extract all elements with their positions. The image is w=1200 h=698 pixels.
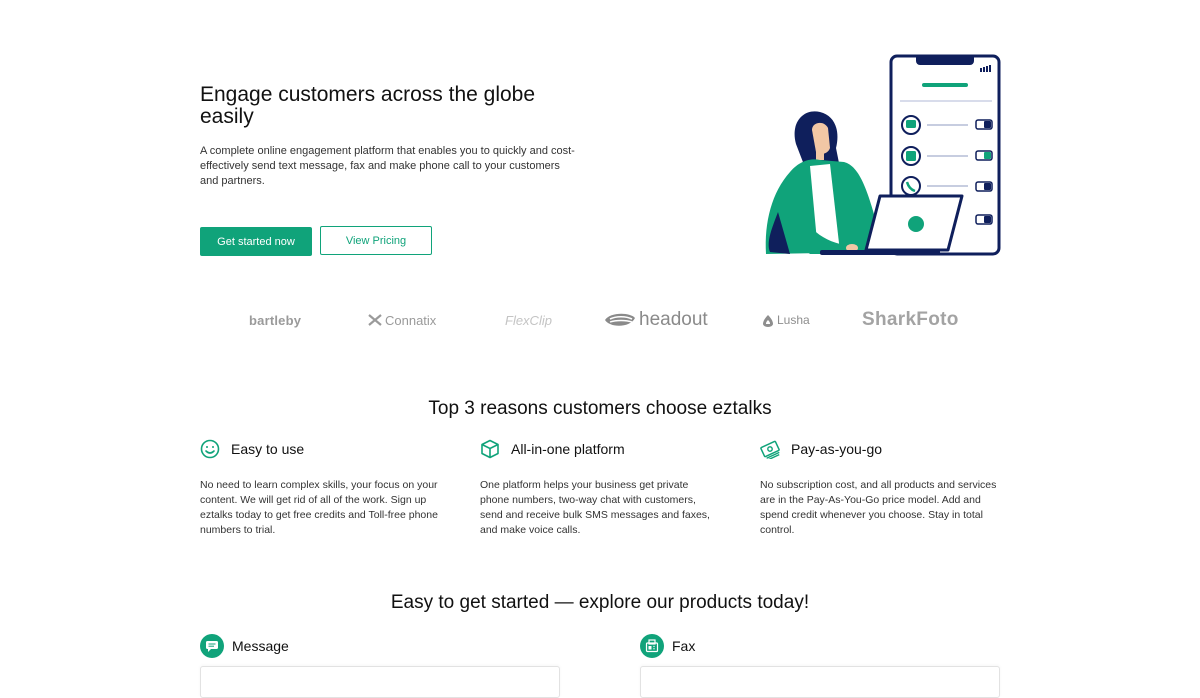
- logo-sharkfoto-text: SharkFoto: [862, 309, 959, 330]
- reason-all-in-one: All-in-one platform: [480, 438, 625, 460]
- reason-title: All-in-one platform: [511, 441, 625, 457]
- logo-sharkfoto: SharkFoto: [862, 306, 959, 334]
- view-pricing-button[interactable]: View Pricing: [320, 226, 432, 255]
- get-started-button[interactable]: Get started now: [200, 227, 312, 256]
- logo-connatix: Connatix: [368, 306, 436, 334]
- money-icon: [760, 439, 780, 459]
- fax-card[interactable]: [640, 666, 1000, 698]
- reason-description: One platform helps your business get pri…: [480, 479, 710, 536]
- hero-description: A complete online engagement platform th…: [200, 145, 575, 187]
- logo-flexclip-text: FlexClip: [505, 312, 552, 328]
- hero-illustration: [765, 54, 1001, 256]
- hero-title: Engage customers across the globe easily: [200, 83, 536, 128]
- reasons-title: Top 3 reasons customers choose eztalks: [428, 398, 772, 419]
- product-message[interactable]: Message: [200, 634, 289, 658]
- logo-bartleby-text: bartleby: [249, 312, 302, 328]
- message-icon: [200, 634, 224, 658]
- message-card[interactable]: [200, 666, 560, 698]
- logo-bartleby: bartleby: [249, 306, 301, 334]
- reason-description: No need to learn complex skills, your fo…: [200, 479, 438, 536]
- logo-connatix-text: Connatix: [385, 312, 437, 328]
- product-label: Fax: [672, 638, 696, 654]
- reason-pay-as-you-go: Pay-as-you-go: [760, 438, 882, 460]
- reason-easy-to-use: Easy to use: [200, 438, 304, 460]
- reason-title: Easy to use: [231, 441, 305, 457]
- logo-headout-text: headout: [639, 309, 708, 330]
- reason-title: Pay-as-you-go: [791, 441, 883, 457]
- reason-description: No subscription cost, and all products a…: [760, 479, 997, 536]
- logo-lusha: Lusha: [762, 306, 810, 334]
- smile-icon: [200, 439, 220, 459]
- fax-icon: [640, 634, 664, 658]
- cube-icon: [480, 439, 500, 459]
- lusha-mark-icon: [763, 314, 773, 327]
- product-fax[interactable]: Fax: [640, 634, 695, 658]
- product-label: Message: [232, 638, 289, 654]
- products-title: Easy to get started — explore our produc…: [390, 592, 810, 613]
- connatix-mark-icon: [368, 314, 382, 326]
- headout-mark-icon: [605, 313, 635, 326]
- logo-flexclip: FlexClip: [505, 306, 552, 334]
- logo-headout: headout: [604, 306, 708, 334]
- logo-lusha-text: Lusha: [777, 313, 810, 327]
